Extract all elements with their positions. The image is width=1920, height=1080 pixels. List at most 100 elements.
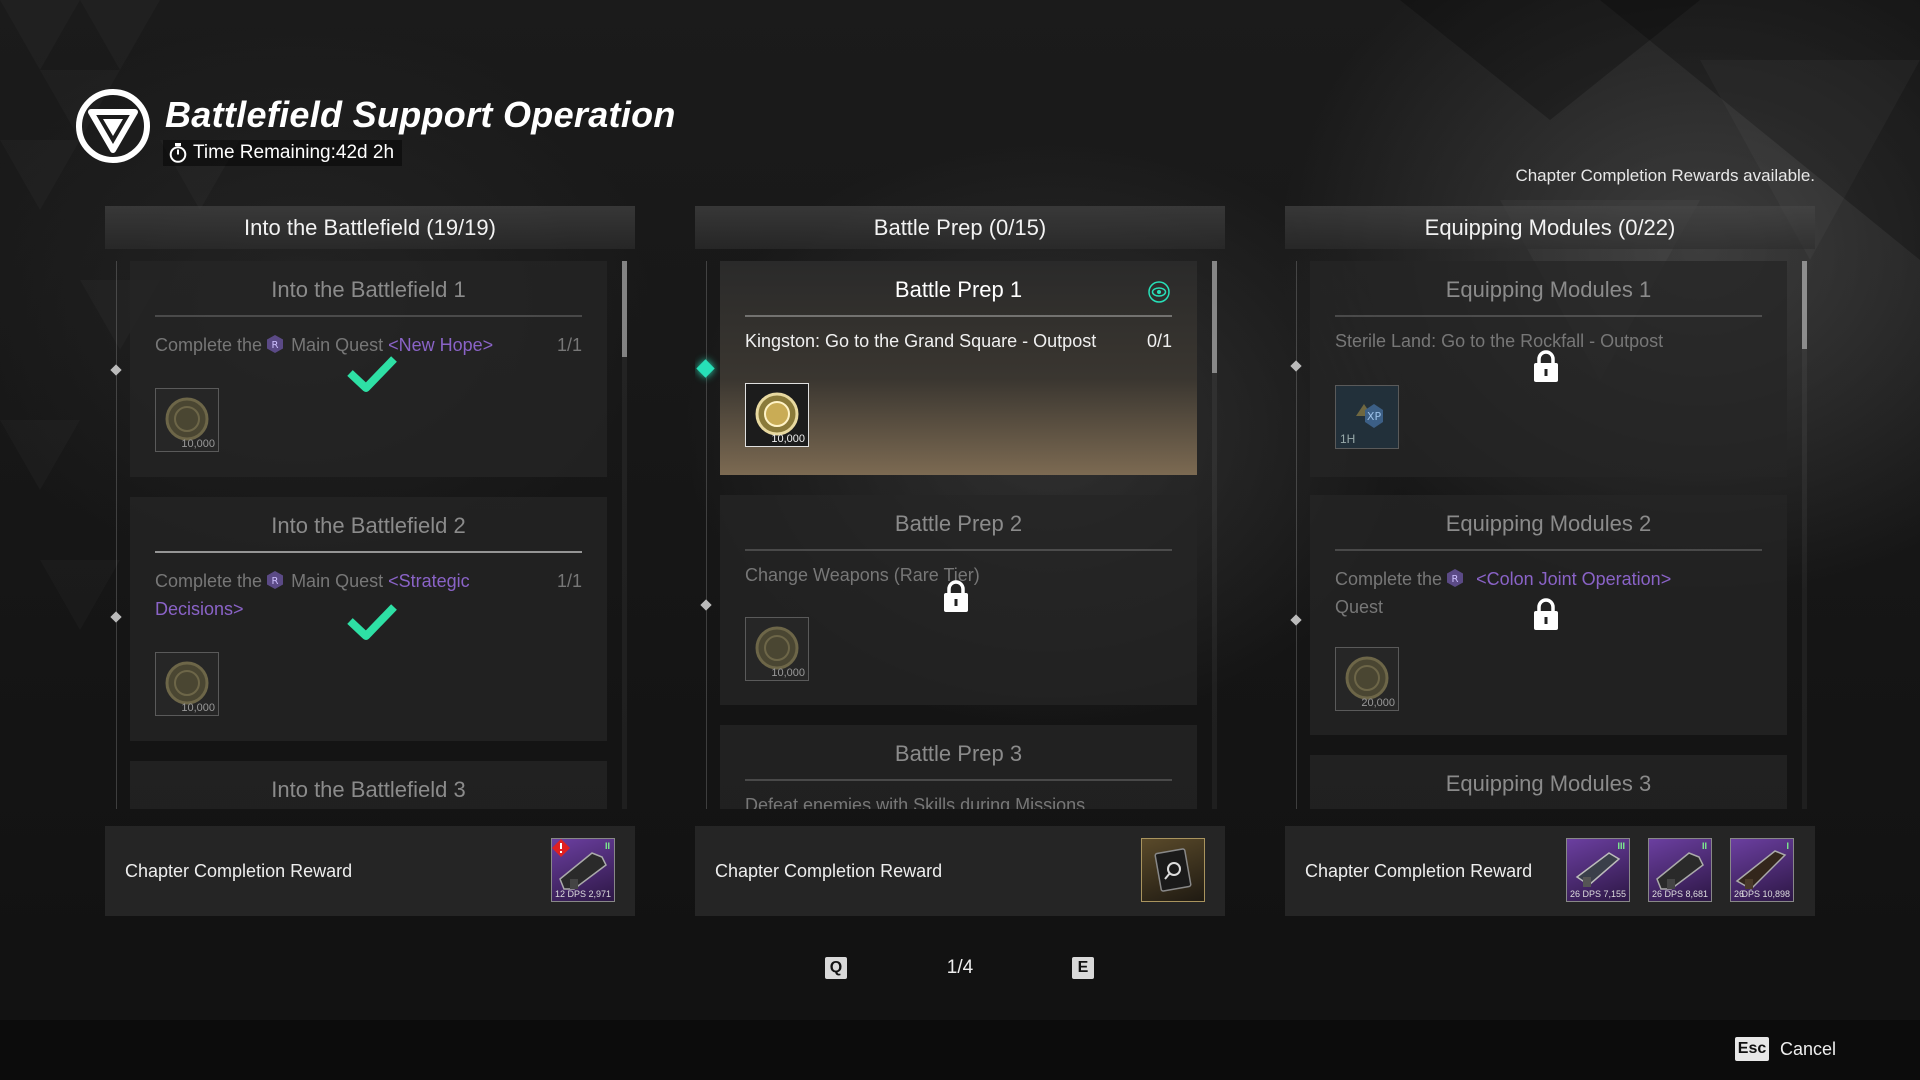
reward-gold-coin[interactable]: 10,000: [745, 617, 809, 681]
item-dps: DPS 2,971: [567, 889, 611, 899]
item-level: 12: [555, 889, 566, 899]
time-remaining-label: Time Remaining:42d 2h: [193, 142, 395, 163]
scrollbar-thumb[interactable]: [1212, 261, 1217, 373]
reward-item-weapon[interactable]: II 26 DPS 8,681: [1648, 838, 1712, 902]
chapter-column-equipping-modules: Equipping Modules (0/22) Equipping Modul…: [1285, 206, 1815, 916]
quest-card-1[interactable]: Into the Battlefield 1 Complete the R Main…: [130, 261, 607, 477]
quest-title: Battle Prep 3: [894, 741, 1023, 766]
scrollbar-thumb[interactable]: [1802, 261, 1807, 349]
reward-amount: 20,000: [1361, 697, 1395, 709]
scrollbar-thumb[interactable]: [622, 261, 627, 357]
prev-page-key[interactable]: Q: [825, 957, 847, 979]
eye-icon[interactable]: [1148, 281, 1170, 303]
reward-gold-coin[interactable]: 20,000: [1335, 647, 1399, 711]
chapter-pager: Q 1/4 E: [0, 957, 1920, 987]
timeline-node: [700, 599, 712, 611]
lock-icon: [944, 580, 968, 612]
main-quest-icon: R: [267, 571, 284, 589]
quest-progress-count: 1/1: [556, 571, 582, 591]
reward-amount: 10,000: [771, 667, 805, 679]
quest-card-2[interactable]: Battle Prep 2 Change Weapons (Rare Tier)…: [720, 495, 1197, 705]
chapter-header[interactable]: Equipping Modules (0/22): [1285, 206, 1815, 249]
chapter-header-label: Into the Battlefield (19/19): [244, 215, 496, 240]
quest-card-3[interactable]: Battle Prep 3 Defeat enemies with Skills…: [720, 725, 1197, 809]
reward-amount: 10,000: [771, 433, 805, 445]
reward-xp-boost[interactable]: XP 1H: [1335, 385, 1399, 449]
chapter-header[interactable]: Into the Battlefield (19/19): [105, 206, 635, 249]
operation-logo-icon: [76, 89, 150, 163]
reward-item-weapon[interactable]: I 26 DPS 10,898: [1730, 838, 1794, 902]
chapter-header[interactable]: Battle Prep (0/15): [695, 206, 1225, 249]
quest-card-3[interactable]: Equipping Modules 3: [1310, 755, 1787, 809]
chapter-completion-reward: Chapter Completion Reward III 26 DPS 7,1…: [1285, 826, 1815, 916]
svg-text:R: R: [272, 340, 279, 351]
quest-progress-count: 0/1: [1146, 331, 1172, 351]
new-badge-icon: [552, 839, 570, 857]
item-dps: DPS 10,898: [1741, 889, 1790, 899]
svg-text:XP: XP: [1367, 410, 1382, 423]
quest-card-2[interactable]: Equipping Modules 2 Complete the R <Colon…: [1310, 495, 1787, 735]
chapter-reward-label: Chapter Completion Reward: [1305, 860, 1533, 881]
divider: [1335, 549, 1762, 551]
quest-list[interactable]: Equipping Modules 1 Sterile Land: Go to …: [1285, 261, 1815, 809]
item-level: 26: [1570, 889, 1581, 899]
esc-key[interactable]: Esc: [1735, 1037, 1769, 1061]
reward-item-weapon[interactable]: II 12 DPS 2,971: [551, 838, 615, 902]
stopwatch-icon: [169, 143, 187, 163]
divider: [155, 551, 582, 553]
reward-amount: 10,000: [181, 702, 215, 714]
quest-card-1[interactable]: Equipping Modules 1 Sterile Land: Go to …: [1310, 261, 1787, 477]
quest-list[interactable]: Battle Prep 1 Kingston: Go to the Grand …: [695, 261, 1225, 809]
reward-item-weapon[interactable]: III 26 DPS 7,155: [1566, 838, 1630, 902]
reward-gold-coin[interactable]: 10,000: [745, 383, 809, 447]
completed-check-icon: [347, 356, 397, 392]
quest-description: Complete the R Main Quest <Strategic Decis…: [155, 571, 470, 619]
quest-description: Kingston: Go to the Grand Square - Outpo…: [745, 331, 1097, 351]
item-level: 26: [1652, 889, 1663, 899]
item-dps: DPS 7,155: [1582, 889, 1626, 899]
chapter-column-battle-prep: Battle Prep (0/15) Battle Prep 1 Kingsto…: [695, 206, 1225, 916]
reward-item-decoration[interactable]: [1141, 838, 1205, 902]
lock-icon: [1534, 350, 1558, 382]
divider: [745, 549, 1172, 551]
item-dps: DPS 8,681: [1664, 889, 1708, 899]
item-tier: I: [1786, 841, 1789, 851]
timeline-node: [1290, 614, 1302, 626]
quest-title: Battle Prep 2: [894, 511, 1023, 536]
quest-title: Battle Prep 1: [894, 277, 1023, 302]
quest-description: Complete the R Main Quest <New Hope>: [155, 335, 494, 355]
timeline-node-active: [696, 359, 715, 378]
divider: [1335, 315, 1762, 317]
reward-gold-coin[interactable]: 10,000: [155, 388, 219, 452]
divider: [155, 315, 582, 317]
cancel-button[interactable]: Cancel: [1780, 1037, 1836, 1061]
timeline-node: [1290, 360, 1302, 372]
quest-card-3[interactable]: Into the Battlefield 3: [130, 761, 607, 809]
quest-card-1-selected[interactable]: Battle Prep 1 Kingston: Go to the Grand …: [720, 261, 1197, 475]
quest-list-scrollbar[interactable]: [1802, 261, 1807, 809]
next-page-key[interactable]: E: [1072, 957, 1094, 979]
reward-amount: 1H: [1340, 432, 1356, 446]
quest-list[interactable]: Into the Battlefield 1 Complete the R Main…: [105, 261, 635, 809]
chapter-header-label: Equipping Modules (0/22): [1424, 215, 1676, 240]
reward-gold-coin[interactable]: 10,000: [155, 652, 219, 716]
time-remaining: Time Remaining:42d 2h: [163, 140, 403, 166]
quest-description: Defeat enemies with Skills during Missio…: [745, 795, 1086, 809]
chapter-column-into-the-battlefield: Into the Battlefield (19/19) Into the Ba…: [105, 206, 635, 916]
reward-amount: 10,000: [181, 438, 215, 450]
divider: [745, 315, 1172, 317]
quest-list-scrollbar[interactable]: [622, 261, 627, 809]
timeline-line: [706, 261, 707, 809]
svg-text:R: R: [272, 576, 279, 587]
chapter-reward-label: Chapter Completion Reward: [715, 860, 943, 881]
main-quest-icon: R: [267, 335, 284, 353]
chapter-rewards-available-note: Chapter Completion Rewards available.: [1515, 166, 1815, 185]
quest-type-icon: R: [1447, 569, 1464, 587]
quest-card-2[interactable]: Into the Battlefield 2 Complete the R Main…: [130, 497, 607, 741]
quest-list-scrollbar[interactable]: [1212, 261, 1217, 809]
quest-title: Into the Battlefield 2: [271, 513, 466, 538]
quest-title: Into the Battlefield 1: [271, 277, 466, 302]
quest-title: Equipping Modules 2: [1445, 511, 1652, 536]
quest-title: Equipping Modules 3: [1445, 771, 1652, 796]
page-indicator: 1/4: [946, 957, 974, 978]
